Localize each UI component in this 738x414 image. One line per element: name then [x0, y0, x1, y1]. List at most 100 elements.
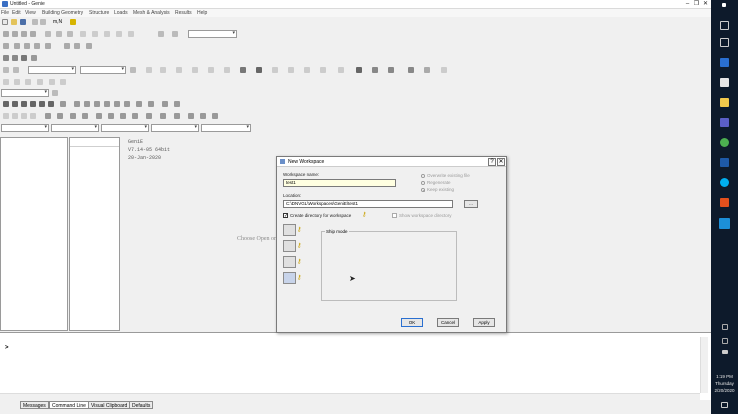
split-icon[interactable]: [356, 67, 362, 73]
join-icon[interactable]: [372, 67, 378, 73]
right-view-icon[interactable]: [30, 101, 36, 107]
window-select-icon[interactable]: [12, 113, 18, 119]
menu-mesh-analysis[interactable]: Mesh & Analysis: [133, 10, 170, 16]
skype-icon[interactable]: [720, 178, 729, 187]
extrude-icon[interactable]: [320, 67, 326, 73]
tab-defaults[interactable]: Defaults: [129, 401, 154, 409]
select-icon[interactable]: [3, 31, 9, 37]
powerpoint-icon[interactable]: [720, 198, 729, 207]
snapshot-icon[interactable]: [188, 113, 194, 119]
tray-network-icon[interactable]: [722, 350, 728, 354]
radio-keep-existing[interactable]: [421, 188, 425, 192]
highlight-icon[interactable]: [45, 113, 51, 119]
transparency-icon[interactable]: [60, 79, 66, 85]
menu-view[interactable]: View: [25, 10, 36, 16]
menu-structure[interactable]: Structure: [89, 10, 109, 16]
lock-icon[interactable]: [52, 90, 58, 96]
zoom-extents-icon[interactable]: [104, 101, 110, 107]
teams-icon[interactable]: [720, 118, 729, 127]
menu-edit[interactable]: Edit: [12, 10, 21, 16]
open-folder-icon[interactable]: [11, 19, 17, 25]
cancel-button[interactable]: Cancel: [437, 318, 459, 327]
save-icon[interactable]: [20, 19, 26, 25]
filter-icon[interactable]: [130, 67, 136, 73]
apply-button[interactable]: Apply: [473, 318, 495, 327]
bottom-view-icon[interactable]: [48, 101, 54, 107]
view-combo[interactable]: [188, 30, 237, 38]
menu-loads[interactable]: Loads: [114, 10, 128, 16]
dimension-icon[interactable]: [96, 113, 102, 119]
radio-overwrite[interactable]: [421, 174, 425, 178]
loft-icon[interactable]: [304, 67, 310, 73]
solid-icon[interactable]: [162, 101, 168, 107]
show-directory-checkbox[interactable]: [392, 213, 397, 218]
render-icon[interactable]: [158, 31, 164, 37]
pick-icon[interactable]: [3, 113, 9, 119]
legend-icon[interactable]: [132, 113, 138, 119]
menu-results[interactable]: Results: [175, 10, 192, 16]
search-icon[interactable]: [720, 21, 729, 30]
close-window-button[interactable]: ✕: [701, 0, 710, 8]
settings-icon[interactable]: [212, 113, 218, 119]
properties-icon[interactable]: [86, 43, 92, 49]
js-script-button[interactable]: [283, 272, 296, 284]
pan-icon[interactable]: [74, 101, 80, 107]
display-icon[interactable]: [3, 79, 9, 85]
tab-messages[interactable]: Messages: [20, 401, 49, 409]
offset-icon[interactable]: [424, 67, 430, 73]
output-vertical-scrollbar[interactable]: [700, 337, 708, 393]
animate-icon[interactable]: [200, 113, 206, 119]
workspace-name-input[interactable]: test1: [283, 179, 396, 187]
material-icon[interactable]: [12, 55, 18, 61]
radio-regenerate[interactable]: [421, 181, 425, 185]
fit-icon[interactable]: [136, 101, 142, 107]
chart-icon[interactable]: [240, 67, 246, 73]
shade-icon[interactable]: [172, 31, 178, 37]
fill-icon[interactable]: [256, 67, 262, 73]
create-directory-checkbox[interactable]: ✓: [283, 213, 288, 219]
back-view-icon[interactable]: [12, 101, 18, 107]
zoom-box-icon[interactable]: [94, 101, 100, 107]
copy-icon[interactable]: [40, 19, 46, 25]
bracket-icon[interactable]: [441, 67, 447, 73]
location-input[interactable]: C:\DNVGL\Workspaces\GeniE\test1: [283, 200, 453, 208]
beam-icon[interactable]: [21, 31, 27, 37]
draw-spline-icon[interactable]: [224, 67, 230, 73]
ship-hull-button[interactable]: [283, 224, 296, 236]
arrow-icon[interactable]: [272, 67, 278, 73]
output-horizontal-scrollbar[interactable]: [0, 393, 700, 400]
zoom-in-icon[interactable]: [114, 101, 120, 107]
task-view-icon[interactable]: [720, 38, 729, 47]
dialog-help-button[interactable]: ?: [488, 158, 496, 166]
guide-icon[interactable]: [3, 43, 9, 49]
color-icon[interactable]: [57, 113, 63, 119]
print-icon[interactable]: [174, 113, 180, 119]
plate-icon[interactable]: [30, 31, 36, 37]
point-icon[interactable]: [12, 31, 18, 37]
front-view-icon[interactable]: [3, 101, 9, 107]
clock-time[interactable]: 1:19 PM: [711, 374, 738, 379]
tray-chevron-icon[interactable]: [722, 338, 728, 344]
undo-icon[interactable]: [64, 43, 70, 49]
grid-icon[interactable]: [24, 43, 30, 49]
loadcase-combo[interactable]: [28, 66, 76, 74]
support-icon[interactable]: [31, 55, 37, 61]
draw-circle-icon[interactable]: [192, 67, 198, 73]
tab-visual-clipboard[interactable]: Visual Clipboard: [88, 401, 131, 409]
menu-help[interactable]: Help: [197, 10, 207, 16]
ok-button[interactable]: OK: [401, 318, 423, 327]
isolate-icon[interactable]: [37, 79, 43, 85]
trim-icon[interactable]: [338, 67, 344, 73]
combo-4[interactable]: [151, 124, 199, 132]
draw-line-icon[interactable]: [146, 67, 152, 73]
point-load-icon[interactable]: [13, 67, 19, 73]
lasso-icon[interactable]: [21, 113, 27, 119]
menu-building-geometry[interactable]: Building Geometry: [42, 10, 83, 16]
ship-tower-button[interactable]: [283, 256, 296, 268]
rotate-icon[interactable]: [56, 31, 62, 37]
set-combo[interactable]: [1, 89, 49, 97]
move-icon[interactable]: [45, 31, 51, 37]
label-hide-icon[interactable]: [82, 113, 88, 119]
show-all-icon[interactable]: [25, 79, 31, 85]
new-file-icon[interactable]: [2, 19, 8, 25]
